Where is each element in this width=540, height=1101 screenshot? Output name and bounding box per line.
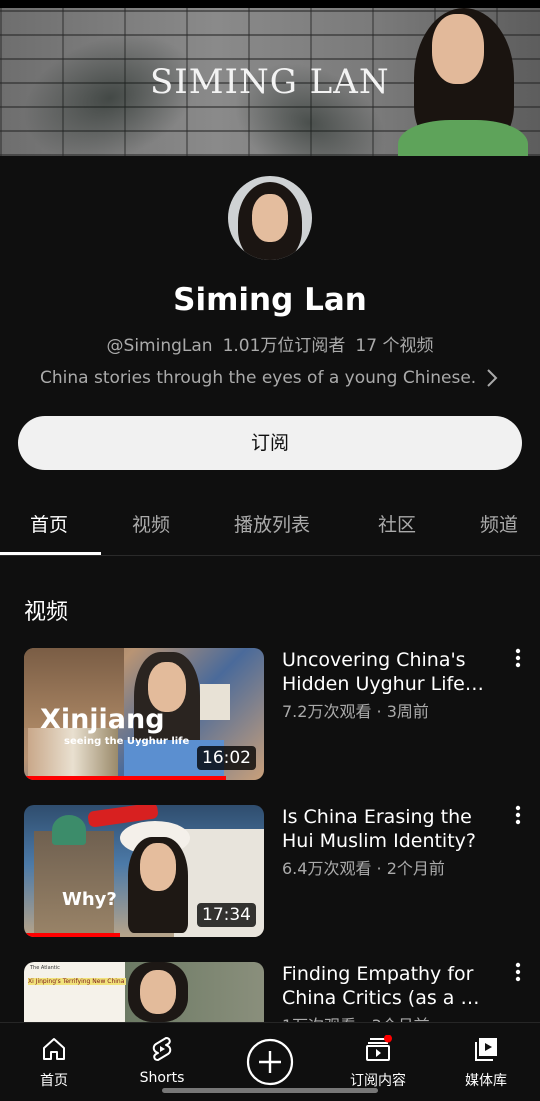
nav-label: 首页 xyxy=(40,1073,68,1089)
video-item[interactable]: Why? 17:34 Is China Erasing the Hui Musl… xyxy=(24,805,524,937)
more-options-icon[interactable] xyxy=(512,648,524,670)
video-title[interactable]: Finding Empathy for China Critics (as a … xyxy=(282,962,502,1010)
thumbnail-title: Why? xyxy=(62,889,117,910)
watch-progress-bar xyxy=(24,933,120,937)
thumbnail-subtitle: The Atlantic xyxy=(30,965,60,971)
subscriptions-icon xyxy=(366,1035,392,1061)
nav-label: 媒体库 xyxy=(465,1073,507,1089)
watch-progress-bar xyxy=(24,776,226,780)
subscribe-button[interactable]: 订阅 xyxy=(18,416,522,470)
more-options-icon[interactable] xyxy=(512,962,524,984)
channel-handle: @SimingLan xyxy=(106,336,213,356)
channel-name: Siming Lan xyxy=(173,282,367,318)
video-meta: 7.2万次观看 · 3周前 xyxy=(282,702,429,721)
video-title[interactable]: Uncovering China's Hidden Uyghur Life… xyxy=(282,648,502,696)
nav-label: 订阅内容 xyxy=(350,1073,406,1089)
video-duration: 17:34 xyxy=(197,903,256,927)
library-icon xyxy=(475,1038,497,1061)
channel-meta: @SimingLan 1.01万位订阅者 17 个视频 xyxy=(0,331,540,356)
channel-tabs: 首页 视频 播放列表 社区 频道 xyxy=(0,498,540,556)
create-plus-icon xyxy=(246,1038,294,1086)
chevron-right-icon xyxy=(486,368,498,393)
video-duration: 16:02 xyxy=(197,746,256,770)
video-item[interactable]: Xinjiang seeing the Uyghur life 16:02 Un… xyxy=(24,648,524,780)
channel-description[interactable]: China stories through the eyes of a youn… xyxy=(40,368,520,388)
banner-title: SIMING LAN xyxy=(150,62,390,102)
thumbnail-subtitle: seeing the Uyghur life xyxy=(64,736,190,747)
banner-portrait xyxy=(398,8,528,156)
active-tab-indicator xyxy=(0,552,101,555)
video-thumbnail[interactable]: Xinjiang seeing the Uyghur life 16:02 xyxy=(24,648,264,780)
nav-library[interactable]: 媒体库 xyxy=(432,1023,540,1101)
channel-avatar[interactable] xyxy=(228,176,312,260)
video-views: 7.2万次观看 xyxy=(282,702,372,721)
video-thumbnail[interactable]: Why? 17:34 xyxy=(24,805,264,937)
thumbnail-title: Xi Jinping's Terrifying New China xyxy=(28,978,126,985)
tab-home[interactable]: 首页 xyxy=(30,510,68,537)
tab-channels[interactable]: 频道 xyxy=(480,510,518,537)
status-bar-strip xyxy=(0,0,540,8)
description-text: China stories through the eyes of a youn… xyxy=(40,368,477,388)
video-views: 6.4万次观看 xyxy=(282,859,372,878)
channel-banner: SIMING LAN xyxy=(0,8,540,156)
home-indicator xyxy=(162,1088,378,1093)
subscriber-count: 1.01万位订阅者 xyxy=(222,336,346,356)
tab-community[interactable]: 社区 xyxy=(378,510,416,537)
shorts-icon xyxy=(152,1037,172,1061)
more-options-icon[interactable] xyxy=(512,805,524,827)
video-count: 17 个视频 xyxy=(355,336,434,356)
video-meta: 6.4万次观看 · 2个月前 xyxy=(282,859,445,878)
video-age: 3周前 xyxy=(386,702,429,721)
thumbnail-title: Xinjiang xyxy=(40,704,165,735)
nav-label: Shorts xyxy=(139,1070,185,1086)
tab-playlists[interactable]: 播放列表 xyxy=(234,510,310,537)
home-icon xyxy=(43,1038,65,1060)
nav-home[interactable]: 首页 xyxy=(0,1023,108,1101)
video-age: 2个月前 xyxy=(386,859,445,878)
section-title: 视频 xyxy=(24,600,69,625)
tab-videos[interactable]: 视频 xyxy=(132,510,170,537)
video-title[interactable]: Is China Erasing the Hui Muslim Identity… xyxy=(282,805,502,853)
